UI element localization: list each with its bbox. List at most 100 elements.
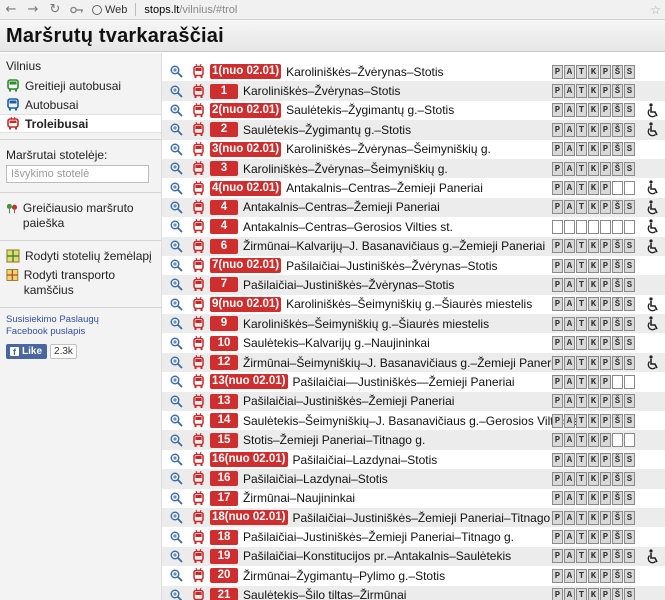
route-name[interactable]: Žirmūnai–Šeimyniškių–J. Basanavičiaus g.… bbox=[243, 356, 563, 370]
zoom-icon[interactable] bbox=[168, 510, 184, 526]
route-number-badge[interactable]: 15 bbox=[210, 432, 238, 448]
trolleybus-icon[interactable] bbox=[191, 277, 205, 293]
route-number-badge[interactable]: 6 bbox=[210, 238, 238, 254]
trolleybus-icon[interactable] bbox=[191, 296, 205, 312]
zoom-icon[interactable] bbox=[168, 102, 184, 118]
route-row[interactable]: 13 Pašilaičiai–Justiniškės–Žemieji Paneri… bbox=[162, 391, 665, 412]
route-row[interactable]: 2(nuo 02.01) Saulėtekis–Žygimantų g.–Stot… bbox=[162, 101, 665, 120]
route-row[interactable]: 17 Žirmūnai–Naujininkai P A T K P Š S bbox=[162, 489, 665, 508]
route-name[interactable]: Karoliniškės–Žvėrynas–Šeimyniškių g. bbox=[286, 142, 491, 156]
trolleybus-icon[interactable] bbox=[191, 258, 205, 274]
trolleybus-icon[interactable] bbox=[191, 316, 205, 332]
trolleybus-icon[interactable] bbox=[191, 180, 205, 196]
trolleybus-icon[interactable] bbox=[191, 238, 205, 254]
route-number-badge[interactable]: 7(nuo 02.01) bbox=[210, 258, 282, 274]
trolleybus-icon[interactable] bbox=[191, 432, 205, 448]
route-row[interactable]: 19 Pašilaičiai–Konstitucijos pr.–Antakaln… bbox=[162, 546, 665, 567]
zoom-icon[interactable] bbox=[168, 238, 184, 254]
zoom-icon[interactable] bbox=[168, 335, 184, 351]
route-number-badge[interactable]: 21 bbox=[210, 587, 238, 600]
route-name[interactable]: Saulėtekis–Žygimantų g.–Stotis bbox=[286, 103, 454, 117]
zoom-icon[interactable] bbox=[168, 587, 184, 600]
route-row[interactable]: 15 Stotis–Žemieji Paneriai–Titnago g. P A T K… bbox=[162, 430, 665, 450]
route-name[interactable]: Saulėtekis–Kalvarijų g.–Naujininkai bbox=[243, 336, 430, 350]
trolleybus-icon[interactable] bbox=[191, 122, 205, 138]
route-row[interactable]: 3 Karoliniškės–Žvėrynas–Šeimyniškių g. P A T… bbox=[162, 158, 665, 179]
route-row[interactable]: 4 Antakalnis–Centras–Gerosios Vilties st. bbox=[162, 217, 665, 236]
trolleybus-icon[interactable] bbox=[191, 102, 205, 118]
route-row[interactable]: 21 Saulėtekis–Šilo tiltas–Žirmūnai P A T K P Š S bbox=[162, 585, 665, 600]
trolleybus-icon[interactable] bbox=[191, 141, 205, 157]
trolleybus-icon[interactable] bbox=[191, 568, 205, 584]
route-row[interactable]: 7(nuo 02.01) Pašilaičiai–Justiniškės–Žvėr… bbox=[162, 256, 665, 275]
route-number-badge[interactable]: 9 bbox=[210, 316, 238, 332]
route-name[interactable]: Stotis–Žemieji Paneriai–Titnago g. bbox=[243, 433, 425, 447]
zoom-icon[interactable] bbox=[168, 199, 184, 215]
route-number-badge[interactable]: 4 bbox=[210, 199, 238, 215]
route-row[interactable]: 18(nuo 02.01) Pašilaičiai–Justiniškės–Žem… bbox=[162, 507, 665, 528]
route-name[interactable]: Antakalnis–Centras–Gerosios Vilties st. bbox=[243, 220, 453, 234]
route-number-badge[interactable]: 14 bbox=[210, 413, 238, 429]
site-info-chip[interactable]: Web bbox=[92, 4, 127, 16]
route-number-badge[interactable]: 17 bbox=[210, 490, 238, 506]
route-name[interactable]: Pašilaičiai–Lazdynai–Stotis bbox=[243, 472, 388, 486]
zoom-icon[interactable] bbox=[168, 529, 184, 545]
trolleybus-icon[interactable] bbox=[191, 219, 205, 235]
sidebar-item-express-buses[interactable]: Greitieji autobusai bbox=[0, 76, 161, 95]
zoom-icon[interactable] bbox=[168, 83, 184, 99]
trolleybus-icon[interactable] bbox=[191, 587, 205, 600]
route-row[interactable]: 16(nuo 02.01) Pašilaičiai–Lazdynai–Stotis… bbox=[162, 450, 665, 469]
address-bar[interactable]: stops.lt/vilnius/#trol bbox=[144, 4, 237, 16]
trolleybus-icon[interactable] bbox=[191, 452, 205, 468]
like-button[interactable]: f Like bbox=[6, 344, 48, 359]
route-number-badge[interactable]: 10 bbox=[210, 335, 238, 351]
route-number-badge[interactable]: 13 bbox=[210, 393, 238, 409]
route-row[interactable]: 13(nuo 02.01) Pašilaičiai—Justiniškės—Žem… bbox=[162, 372, 665, 391]
route-number-badge[interactable]: 13(nuo 02.01) bbox=[210, 374, 288, 390]
route-row[interactable]: 4 Antakalnis–Centras–Žemieji Paneriai P A T K… bbox=[162, 197, 665, 218]
stop-search-input[interactable] bbox=[6, 165, 149, 183]
route-name[interactable]: Karoliniškės–Žvėrynas–Šeimyniškių g. bbox=[243, 162, 448, 176]
route-number-badge[interactable]: 12 bbox=[210, 355, 238, 371]
route-row[interactable]: 3(nuo 02.01) Karoliniškės–Žvėrynas–Šeimyn… bbox=[162, 140, 665, 159]
route-row[interactable]: 12 Žirmūnai–Šeimyniškių–J. Basanavičiaus … bbox=[162, 352, 665, 373]
route-row[interactable]: 7 Pašilaičiai–Justiniškės–Žvėrynas–Stotis… bbox=[162, 275, 665, 295]
route-number-badge[interactable]: 16 bbox=[210, 471, 238, 487]
route-number-badge[interactable]: 3(nuo 02.01) bbox=[210, 141, 282, 157]
trolleybus-icon[interactable] bbox=[191, 355, 205, 371]
route-row[interactable]: 6 Žirmūnai–Kalvarijų–J. Basanavičiaus g.–… bbox=[162, 236, 665, 256]
route-number-badge[interactable]: 2(nuo 02.01) bbox=[210, 102, 282, 118]
route-number-badge[interactable]: 4 bbox=[210, 219, 238, 235]
route-name[interactable]: Saulėtekis–Žygimantų g.–Stotis bbox=[243, 123, 411, 137]
zoom-icon[interactable] bbox=[168, 471, 184, 487]
route-row[interactable]: 9 Karoliniškės–Šeimyniškių g.–Šiaurės mie… bbox=[162, 314, 665, 334]
route-name[interactable]: Pašilaičiai–Lazdynai–Stotis bbox=[293, 453, 438, 467]
reload-icon[interactable]: ↻ bbox=[48, 2, 62, 17]
zoom-icon[interactable] bbox=[168, 219, 184, 235]
route-name[interactable]: Žirmūnai–Naujininkai bbox=[243, 491, 355, 505]
route-number-badge[interactable]: 18(nuo 02.01) bbox=[210, 510, 288, 526]
route-row[interactable]: 4(nuo 02.01) Antakalnis–Centras–Žemieji P… bbox=[162, 178, 665, 197]
trolleybus-icon[interactable] bbox=[191, 64, 205, 80]
route-number-badge[interactable]: 1 bbox=[210, 83, 238, 99]
route-name[interactable]: Pašilaičiai–Justiniškės–Žemieji Paneriai… bbox=[243, 530, 514, 544]
route-name[interactable]: Karoliniškės–Žvėrynas–Stotis bbox=[286, 65, 443, 79]
trolleybus-icon[interactable] bbox=[191, 335, 205, 351]
back-arrow-icon[interactable]: ← bbox=[4, 2, 18, 17]
trolleybus-icon[interactable] bbox=[191, 490, 205, 506]
trolleybus-icon[interactable] bbox=[191, 83, 205, 99]
zoom-icon[interactable] bbox=[168, 180, 184, 196]
trolleybus-icon[interactable] bbox=[191, 393, 205, 409]
trolleybus-icon[interactable] bbox=[191, 529, 205, 545]
route-number-badge[interactable]: 7 bbox=[210, 277, 238, 293]
services-link[interactable]: Susisiekimo Paslaugų bbox=[0, 314, 161, 326]
route-name[interactable]: Žirmūnai–Kalvarijų–J. Basanavičiaus g.–Ž… bbox=[243, 239, 545, 253]
route-row[interactable]: 1(nuo 02.01) Karoliniškės–Žvėrynas–Stotis… bbox=[162, 62, 665, 81]
route-row[interactable]: 14 Saulėtekis–Šeimyniškių–J. Basanavičiau… bbox=[162, 411, 665, 430]
trolleybus-icon[interactable] bbox=[191, 548, 205, 564]
zoom-icon[interactable] bbox=[168, 452, 184, 468]
route-name[interactable]: Pašilaičiai–Justiniškės–Žvėrynas–Stotis bbox=[243, 278, 454, 292]
key-icon[interactable] bbox=[70, 3, 84, 17]
trolleybus-icon[interactable] bbox=[191, 161, 205, 177]
route-row[interactable]: 9(nuo 02.01) Karoliniškės–Šeimyniškių g.–… bbox=[162, 295, 665, 314]
